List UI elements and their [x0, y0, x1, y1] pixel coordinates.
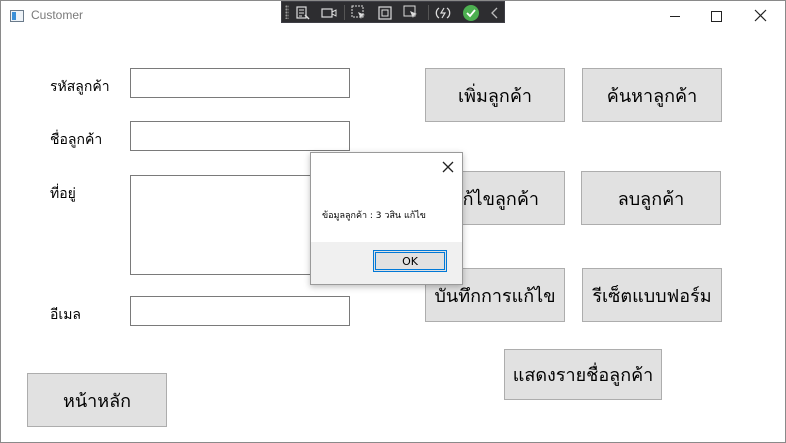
select-element-icon[interactable] [350, 4, 368, 22]
track-focus-icon[interactable] [402, 4, 420, 22]
customer-name-input[interactable] [130, 121, 350, 151]
window-title: Customer [31, 8, 84, 22]
hot-reload-icon[interactable] [434, 4, 452, 22]
dialog-footer: OK [311, 242, 462, 284]
xaml-debug-toolbar [281, 1, 505, 23]
email-input[interactable] [130, 296, 350, 326]
display-layout-adorners-icon[interactable] [376, 4, 394, 22]
dialog-close-button[interactable] [440, 159, 456, 175]
address-label: ที่อยู่ [50, 186, 76, 202]
hot-reload-status-icon [462, 4, 480, 22]
collapse-icon[interactable] [486, 4, 504, 22]
customer-id-input[interactable] [130, 68, 350, 98]
email-label: อีเมล [50, 307, 82, 323]
toolbar-separator [428, 5, 429, 20]
app-icon [10, 10, 24, 22]
home-button[interactable]: หน้าหลัก [27, 373, 167, 427]
toolbar-separator [344, 5, 345, 20]
customer-name-label: ชื่อลูกค้า [50, 132, 103, 148]
reset-form-button[interactable]: รีเซ็ตแบบฟอร์ม [582, 268, 722, 322]
dialog-message: ข้อมูลลูกค้า : 3 วสิน แก้ไข [322, 211, 426, 221]
close-icon [442, 161, 454, 173]
ok-button[interactable]: OK [373, 250, 447, 272]
add-customer-button[interactable]: เพิ่มลูกค้า [425, 68, 565, 122]
list-customers-button[interactable]: แสดงรายชื่อลูกค้า [504, 349, 662, 400]
camera-icon[interactable] [320, 4, 338, 22]
minimize-button[interactable] [653, 1, 699, 31]
customer-window: Customer รหัสลูกค้า ชื่อลูกค้า ที่อยู่ อ… [0, 0, 786, 443]
search-customer-button[interactable]: ค้นหาลูกค้า [582, 68, 722, 122]
close-icon [754, 9, 767, 22]
delete-customer-button[interactable]: ลบลูกค้า [581, 171, 721, 225]
close-button[interactable] [743, 1, 785, 31]
maximize-button[interactable] [699, 1, 745, 31]
toolbar-grip[interactable] [285, 5, 289, 19]
message-dialog: ข้อมูลลูกค้า : 3 วสิน แก้ไข OK [310, 152, 463, 285]
live-visual-tree-icon[interactable] [294, 4, 312, 22]
customer-id-label: รหัสลูกค้า [50, 79, 110, 95]
